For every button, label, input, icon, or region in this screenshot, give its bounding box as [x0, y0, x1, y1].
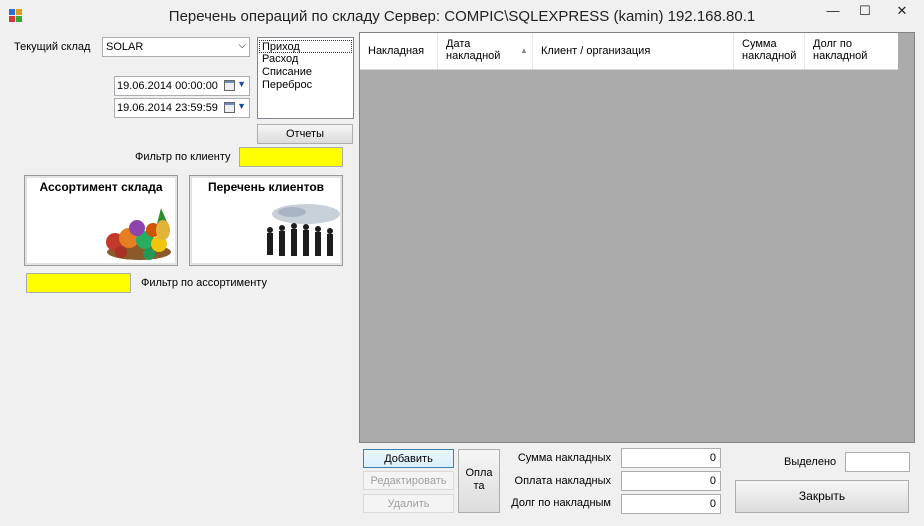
clients-button[interactable]: Перечень клиентов	[189, 175, 343, 266]
edit-button[interactable]: Редактировать	[363, 471, 454, 490]
column-header-client[interactable]: Клиент / организация	[533, 33, 734, 69]
calendar-icon[interactable]	[224, 102, 235, 113]
operation-item[interactable]: Приход	[259, 40, 352, 53]
payment-button[interactable]: Опла та	[458, 449, 500, 513]
date-to-picker[interactable]: 19.06.2014 23:59:59 ▼	[114, 98, 250, 118]
grid-header: Накладная Дата накладной ▲ Клиент / орга…	[360, 33, 898, 70]
reports-button[interactable]: Отчеты	[257, 124, 353, 144]
date-from-picker[interactable]: 19.06.2014 00:00:00 ▼	[114, 76, 250, 96]
selected-field	[845, 452, 910, 472]
column-header-date[interactable]: Дата накладной ▲	[438, 33, 533, 69]
assortment-filter-input[interactable]	[26, 273, 131, 293]
payment-label-line2: та	[473, 480, 485, 492]
sum-value: 0	[709, 452, 716, 464]
operation-item[interactable]: Списание	[260, 66, 312, 79]
window-title: Перечень операций по складу Сервер: COMP…	[168, 8, 756, 25]
operation-item[interactable]: Расход	[260, 53, 298, 66]
clients-caption: Перечень клиентов	[207, 180, 325, 194]
minimize-button[interactable]: —	[818, 0, 848, 24]
sum-field: 0	[621, 448, 721, 468]
operation-item[interactable]: Переброс	[260, 79, 312, 92]
column-header-date-label: Дата накладной	[446, 38, 501, 62]
client-filter-label: Фильтр по клиенту	[135, 151, 231, 163]
dropdown-arrow-icon[interactable]: ▼	[237, 79, 246, 89]
calendar-icon[interactable]	[224, 80, 235, 91]
debt-value: 0	[709, 498, 716, 510]
paid-field: 0	[621, 471, 721, 491]
column-header-sum-label: Сумма накладной	[742, 38, 797, 62]
warehouse-value: SOLAR	[106, 41, 144, 53]
sort-ascending-icon: ▲	[520, 46, 528, 55]
warehouse-select[interactable]: SOLAR ⌵	[102, 37, 250, 57]
payment-label-line1: Опла	[465, 467, 493, 479]
fruit-basket-icon	[106, 208, 171, 260]
debt-label: Долг по накладным	[511, 497, 611, 509]
sum-label: Сумма накладных	[517, 452, 611, 464]
assortment-button[interactable]: Ассортимент склада	[24, 175, 178, 266]
selected-label: Выделено	[784, 456, 837, 468]
date-from-value: 19.06.2014 00:00:00	[117, 80, 218, 92]
assortment-caption: Ассортимент склада	[39, 180, 163, 194]
add-button[interactable]: Добавить	[363, 449, 454, 468]
column-header-sum[interactable]: Сумма накладной	[734, 33, 805, 69]
operation-type-list[interactable]: Приход Расход Списание Переброс	[257, 37, 354, 119]
date-to-value: 19.06.2014 23:59:59	[117, 102, 218, 114]
business-people-icon	[267, 204, 340, 256]
debt-field: 0	[621, 494, 721, 514]
close-window-button[interactable]: ✕	[880, 0, 924, 24]
column-header-debt-label: Долг по накладной	[813, 38, 868, 62]
assortment-filter-label: Фильтр по ассортименту	[141, 277, 267, 289]
dropdown-arrow-icon[interactable]: ▼	[237, 101, 246, 111]
column-header-invoice[interactable]: Накладная	[360, 33, 438, 69]
close-button[interactable]: Закрыть	[735, 480, 909, 513]
client-filter-input[interactable]	[239, 147, 343, 167]
column-header-debt[interactable]: Долг по накладной	[805, 33, 898, 69]
warehouse-label: Текущий склад	[14, 41, 91, 53]
invoice-grid[interactable]: Накладная Дата накладной ▲ Клиент / орга…	[359, 32, 915, 443]
chevron-down-icon: ⌵	[238, 40, 246, 51]
paid-value: 0	[709, 475, 716, 487]
maximize-button[interactable]: ☐	[850, 0, 880, 24]
paid-label: Оплата накладных	[514, 475, 611, 487]
delete-button[interactable]: Удалить	[363, 494, 454, 513]
